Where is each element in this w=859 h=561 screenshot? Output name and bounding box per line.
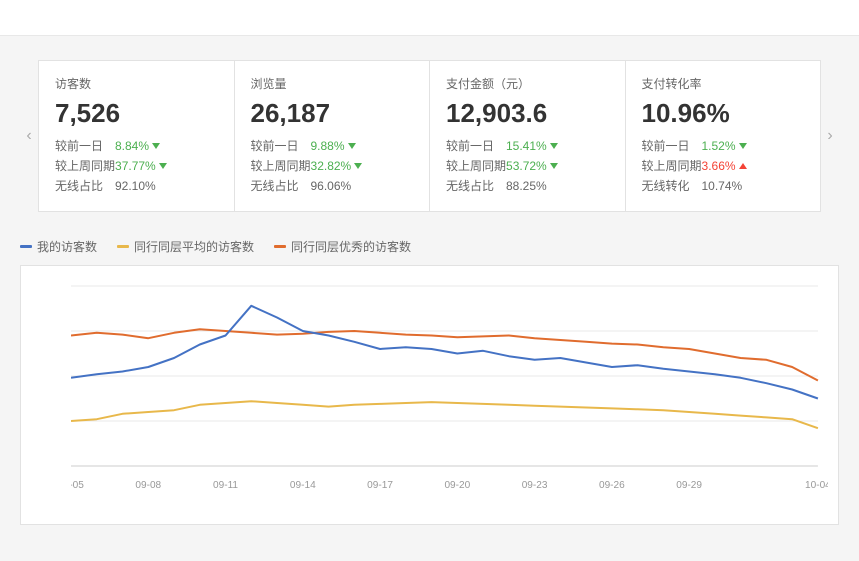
metric-row-conversion: 较前一日1.52% (642, 137, 805, 154)
metric-card-conversion: 支付转化率 10.96% 较前一日1.52% 较上周同期3.66% 无线转化10.74% (626, 61, 821, 211)
section-header (0, 36, 859, 60)
metrics-cards: 访客数 7,526 较前一日8.84% 较上周同期37.77% 无线占比92.10% 浏览… (38, 60, 821, 212)
metric-row-pageviews: 无线占比96.06% (251, 177, 414, 194)
metric-label-visitors: 访客数 (55, 75, 218, 92)
metric-label-payment: 支付金额（元） (446, 75, 609, 92)
svg-text:09-29: 09-29 (676, 480, 702, 491)
chart-legend: 我的访客数 同行同层平均的访客数 同行同层优秀的访客数 (20, 238, 839, 255)
svg-text:09-23: 09-23 (522, 480, 548, 491)
metric-row-conversion: 无线转化10.74% (642, 177, 805, 194)
legend-item-peer_top: 同行同层优秀的访客数 (274, 238, 411, 255)
chart-section: 我的访客数同行同层平均的访客数同行同层优秀的访客数 5,00010,00015,… (0, 212, 859, 541)
metric-row-payment: 较上周同期53.72% (446, 157, 609, 174)
legend-item-mine: 我的访客数 (20, 238, 97, 255)
svg-text:09-11: 09-11 (213, 480, 238, 491)
svg-text:09-26: 09-26 (599, 480, 625, 491)
svg-text:09-14: 09-14 (290, 480, 316, 491)
metric-row-visitors: 无线占比92.10% (55, 177, 218, 194)
metric-card-pageviews: 浏览量 26,187 较前一日9.88% 较上周同期32.82% 无线占比96.06% (235, 61, 431, 211)
metric-value-payment: 12,903.6 (446, 98, 609, 129)
metric-row-payment: 较前一日15.41% (446, 137, 609, 154)
right-arrow[interactable]: › (821, 106, 839, 166)
svg-text:10-04: 10-04 (805, 480, 828, 491)
date-navigation (0, 0, 859, 36)
metric-label-conversion: 支付转化率 (642, 75, 805, 92)
metric-value-visitors: 7,526 (55, 98, 218, 129)
svg-text:09-05: 09-05 (71, 480, 84, 491)
svg-text:09-20: 09-20 (444, 480, 470, 491)
metric-row-payment: 无线占比88.25% (446, 177, 609, 194)
metric-row-pageviews: 较前一日9.88% (251, 137, 414, 154)
metric-row-pageviews: 较上周同期32.82% (251, 157, 414, 174)
svg-text:09-08: 09-08 (135, 480, 161, 491)
metric-label-pageviews: 浏览量 (251, 75, 414, 92)
metric-card-visitors: 访客数 7,526 较前一日8.84% 较上周同期37.77% 无线占比92.10% (39, 61, 235, 211)
metric-card-payment: 支付金额（元） 12,903.6 较前一日15.41% 较上周同期53.72% 无线占比… (430, 61, 626, 211)
chart-container: 5,00010,00015,00020,00009-0509-0809-1109… (20, 265, 839, 525)
svg-text:09-17: 09-17 (367, 480, 393, 491)
left-arrow[interactable]: ‹ (20, 106, 38, 166)
metric-row-conversion: 较上周同期3.66% (642, 157, 805, 174)
legend-item-peer_avg: 同行同层平均的访客数 (117, 238, 254, 255)
metric-value-pageviews: 26,187 (251, 98, 414, 129)
metric-row-visitors: 较前一日8.84% (55, 137, 218, 154)
metrics-wrapper: ‹ 访客数 7,526 较前一日8.84% 较上周同期37.77% 无线占比92.10%… (0, 60, 859, 212)
metric-row-visitors: 较上周同期37.77% (55, 157, 218, 174)
metric-value-conversion: 10.96% (642, 98, 805, 129)
